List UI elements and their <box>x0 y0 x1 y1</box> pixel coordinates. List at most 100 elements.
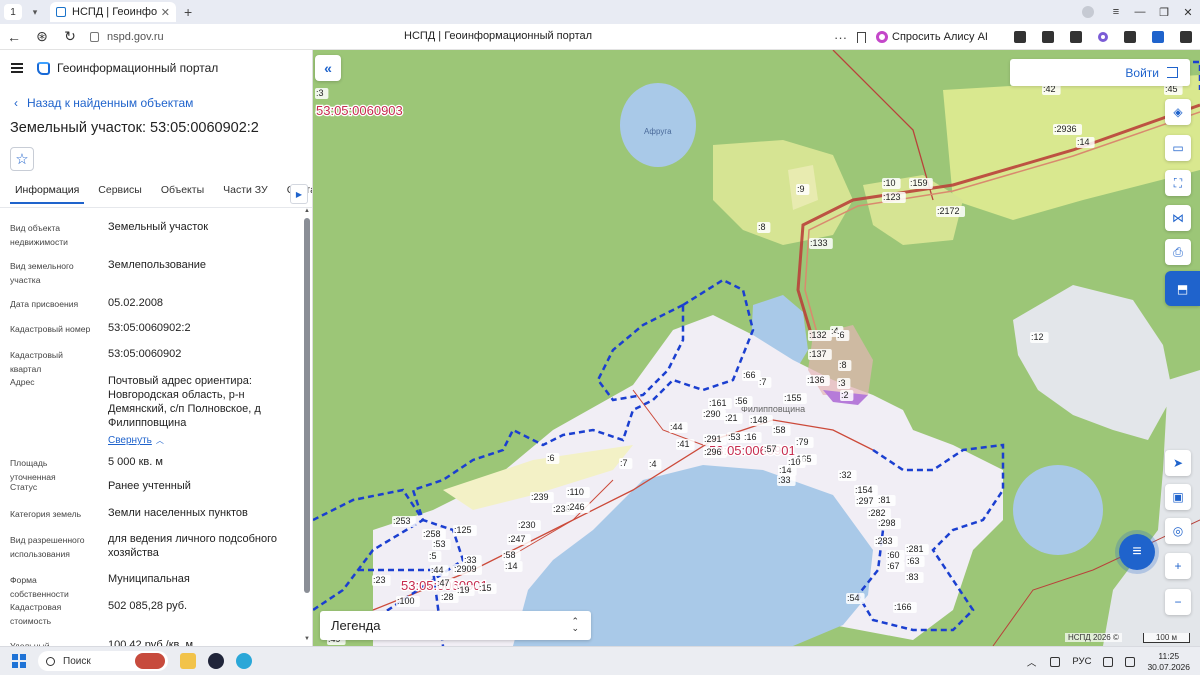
map-canvas[interactable]: 53:05:0060903 53:05:0060901 53:05:006090… <box>313 50 1200 646</box>
parcel-label[interactable]: :10 <box>787 457 806 468</box>
map-tool-button[interactable]: ⬒ <box>1165 271 1200 306</box>
yandex-browser-icon[interactable] <box>208 653 224 669</box>
parcel-label[interactable]: :14 <box>1076 137 1095 148</box>
parcel-label[interactable]: :5 <box>428 551 442 562</box>
login-button[interactable]: Войти <box>1010 59 1190 86</box>
parcel-label[interactable]: :44 <box>669 422 688 433</box>
extension-icon[interactable] <box>1098 32 1108 42</box>
parcel-label[interactable]: :247 <box>507 534 531 545</box>
parcel-label[interactable]: :33 <box>777 475 796 486</box>
menu-icon[interactable] <box>11 61 23 75</box>
taskbar-clock[interactable]: 11:25 30.07.2026 <box>1147 651 1190 673</box>
collapse-panel-button[interactable]: « <box>315 55 341 81</box>
yandex-shield-icon[interactable]: ⊛ <box>28 28 56 45</box>
parcel-label[interactable]: :58 <box>772 425 791 436</box>
print-button[interactable]: ⎙ <box>1165 239 1191 265</box>
parcel-label[interactable]: :83 <box>905 572 924 583</box>
cadastral-map[interactable]: 53:05:0060903 53:05:0060901 53:05:006090… <box>313 50 1200 646</box>
parcel-label[interactable]: :53 <box>432 539 451 550</box>
parcel-label[interactable]: :41 <box>676 439 695 450</box>
close-tab-icon[interactable]: ✕ <box>161 6 170 19</box>
parcel-label[interactable]: :81 <box>877 495 896 506</box>
minimize-icon[interactable]: — <box>1128 6 1152 18</box>
parcel-label[interactable]: :12 <box>1030 332 1049 343</box>
scroll-down-icon[interactable]: ▼ <box>304 636 310 642</box>
parcel-label[interactable]: :8 <box>757 222 771 233</box>
extension-icon[interactable] <box>1070 31 1082 43</box>
parcel-label[interactable]: :2172 <box>936 206 965 217</box>
parcel-label[interactable]: :3 <box>315 88 329 99</box>
tab-counter[interactable]: 1 <box>4 4 22 20</box>
maximize-icon[interactable]: ❐ <box>1152 6 1176 19</box>
geolocate-button[interactable]: ➤ <box>1165 450 1191 476</box>
reload-icon[interactable]: ↻ <box>56 28 84 45</box>
parcel-label[interactable]: :53 <box>727 432 746 443</box>
parcel-label[interactable]: :67 <box>886 561 905 572</box>
chat-assistant-button[interactable]: ≡ <box>1119 534 1155 570</box>
parcel-label[interactable]: :66 <box>742 370 761 381</box>
parcel-label[interactable]: :60 <box>886 550 905 561</box>
more-icon[interactable]: ··· <box>834 30 847 45</box>
url-field[interactable]: nspd.gov.ru <box>90 31 164 43</box>
parcel-label[interactable]: :15 <box>478 583 497 594</box>
parcel-label[interactable]: :136 <box>806 375 830 386</box>
parcel-label[interactable]: :239 <box>530 492 554 503</box>
parcel-label[interactable]: :298 <box>877 518 901 529</box>
parcel-label[interactable]: :296 <box>703 447 727 458</box>
tab-parts[interactable]: Части ЗУ <box>223 184 268 202</box>
parcel-label[interactable]: :159 <box>909 178 933 189</box>
parcel-label[interactable]: :2909 <box>453 564 482 575</box>
parcel-label[interactable]: :2936 <box>1053 124 1082 135</box>
collapse-address-link[interactable]: Свернуть ︿ <box>108 435 164 446</box>
bookmark-icon[interactable] <box>857 31 867 43</box>
parcel-label[interactable]: :297 <box>855 496 879 507</box>
tabs-scroll-right-button[interactable]: ▶ <box>290 184 308 204</box>
parcel-label[interactable]: :58 <box>502 550 521 561</box>
parcel-label[interactable]: :8 <box>838 360 852 371</box>
parcel-label[interactable]: :19 <box>456 585 475 596</box>
parcel-label[interactable]: :110 <box>566 487 590 498</box>
parcel-label[interactable]: :154 <box>854 485 878 496</box>
tab-objects[interactable]: Объекты <box>161 184 204 202</box>
parcel-label[interactable]: :47 <box>436 578 455 589</box>
parcel-label[interactable]: :137 <box>808 349 832 360</box>
browser-tab[interactable]: НСПД | Геоинформационны ✕ <box>50 2 176 22</box>
share-button[interactable]: ⋈ <box>1165 205 1191 231</box>
parcel-label[interactable]: :155 <box>783 393 807 404</box>
parcel-label[interactable]: :291 <box>703 434 727 445</box>
parcel-label[interactable]: :283 <box>874 536 898 547</box>
language-indicator[interactable]: РУС <box>1072 656 1091 667</box>
tab-list-chevron-icon[interactable]: ▾ <box>26 4 44 20</box>
parcel-label[interactable]: :4 <box>648 459 662 470</box>
parcel-label[interactable]: :32 <box>838 470 857 481</box>
extension-icon[interactable] <box>1014 31 1026 43</box>
layers-button[interactable]: ◈ <box>1165 99 1191 125</box>
parcel-label[interactable]: :148 <box>749 415 773 426</box>
edge-browser-icon[interactable] <box>236 653 252 669</box>
parcel-label[interactable]: :123 <box>882 192 906 203</box>
parcel-label[interactable]: :16 <box>743 432 762 443</box>
new-tab-icon[interactable]: + <box>184 4 192 20</box>
extension-icon[interactable] <box>1124 31 1136 43</box>
parcel-label[interactable]: :14 <box>504 561 523 572</box>
parcel-label[interactable]: :230 <box>517 520 541 531</box>
profile-avatar-icon[interactable] <box>1082 6 1094 18</box>
parcel-label[interactable]: :7 <box>619 458 633 469</box>
nearby-button[interactable]: ◎ <box>1165 518 1191 544</box>
parcel-label[interactable]: :56 <box>734 396 753 407</box>
extension-icon[interactable] <box>1042 31 1054 43</box>
extension-icon[interactable] <box>1152 31 1164 43</box>
parcel-label[interactable]: :100 <box>396 596 420 607</box>
back-arrow-icon[interactable]: ← <box>0 29 28 45</box>
taskbar-search[interactable]: Поиск <box>38 651 168 671</box>
parcel-label[interactable]: :9 <box>796 184 810 195</box>
tab-menu-icon[interactable]: ≡ <box>1104 6 1128 18</box>
parcel-label[interactable]: :7 <box>758 377 772 388</box>
parcel-label[interactable]: :21 <box>724 413 743 424</box>
parcel-label[interactable]: :281 <box>905 544 929 555</box>
tray-chevron-icon[interactable]: ︿ <box>1027 655 1037 669</box>
parcel-label[interactable]: :2 <box>840 390 854 401</box>
parcel-label[interactable]: :23 <box>372 575 391 586</box>
parcel-label[interactable]: :44 <box>430 565 449 576</box>
measure-button[interactable]: ▭ <box>1165 135 1191 161</box>
